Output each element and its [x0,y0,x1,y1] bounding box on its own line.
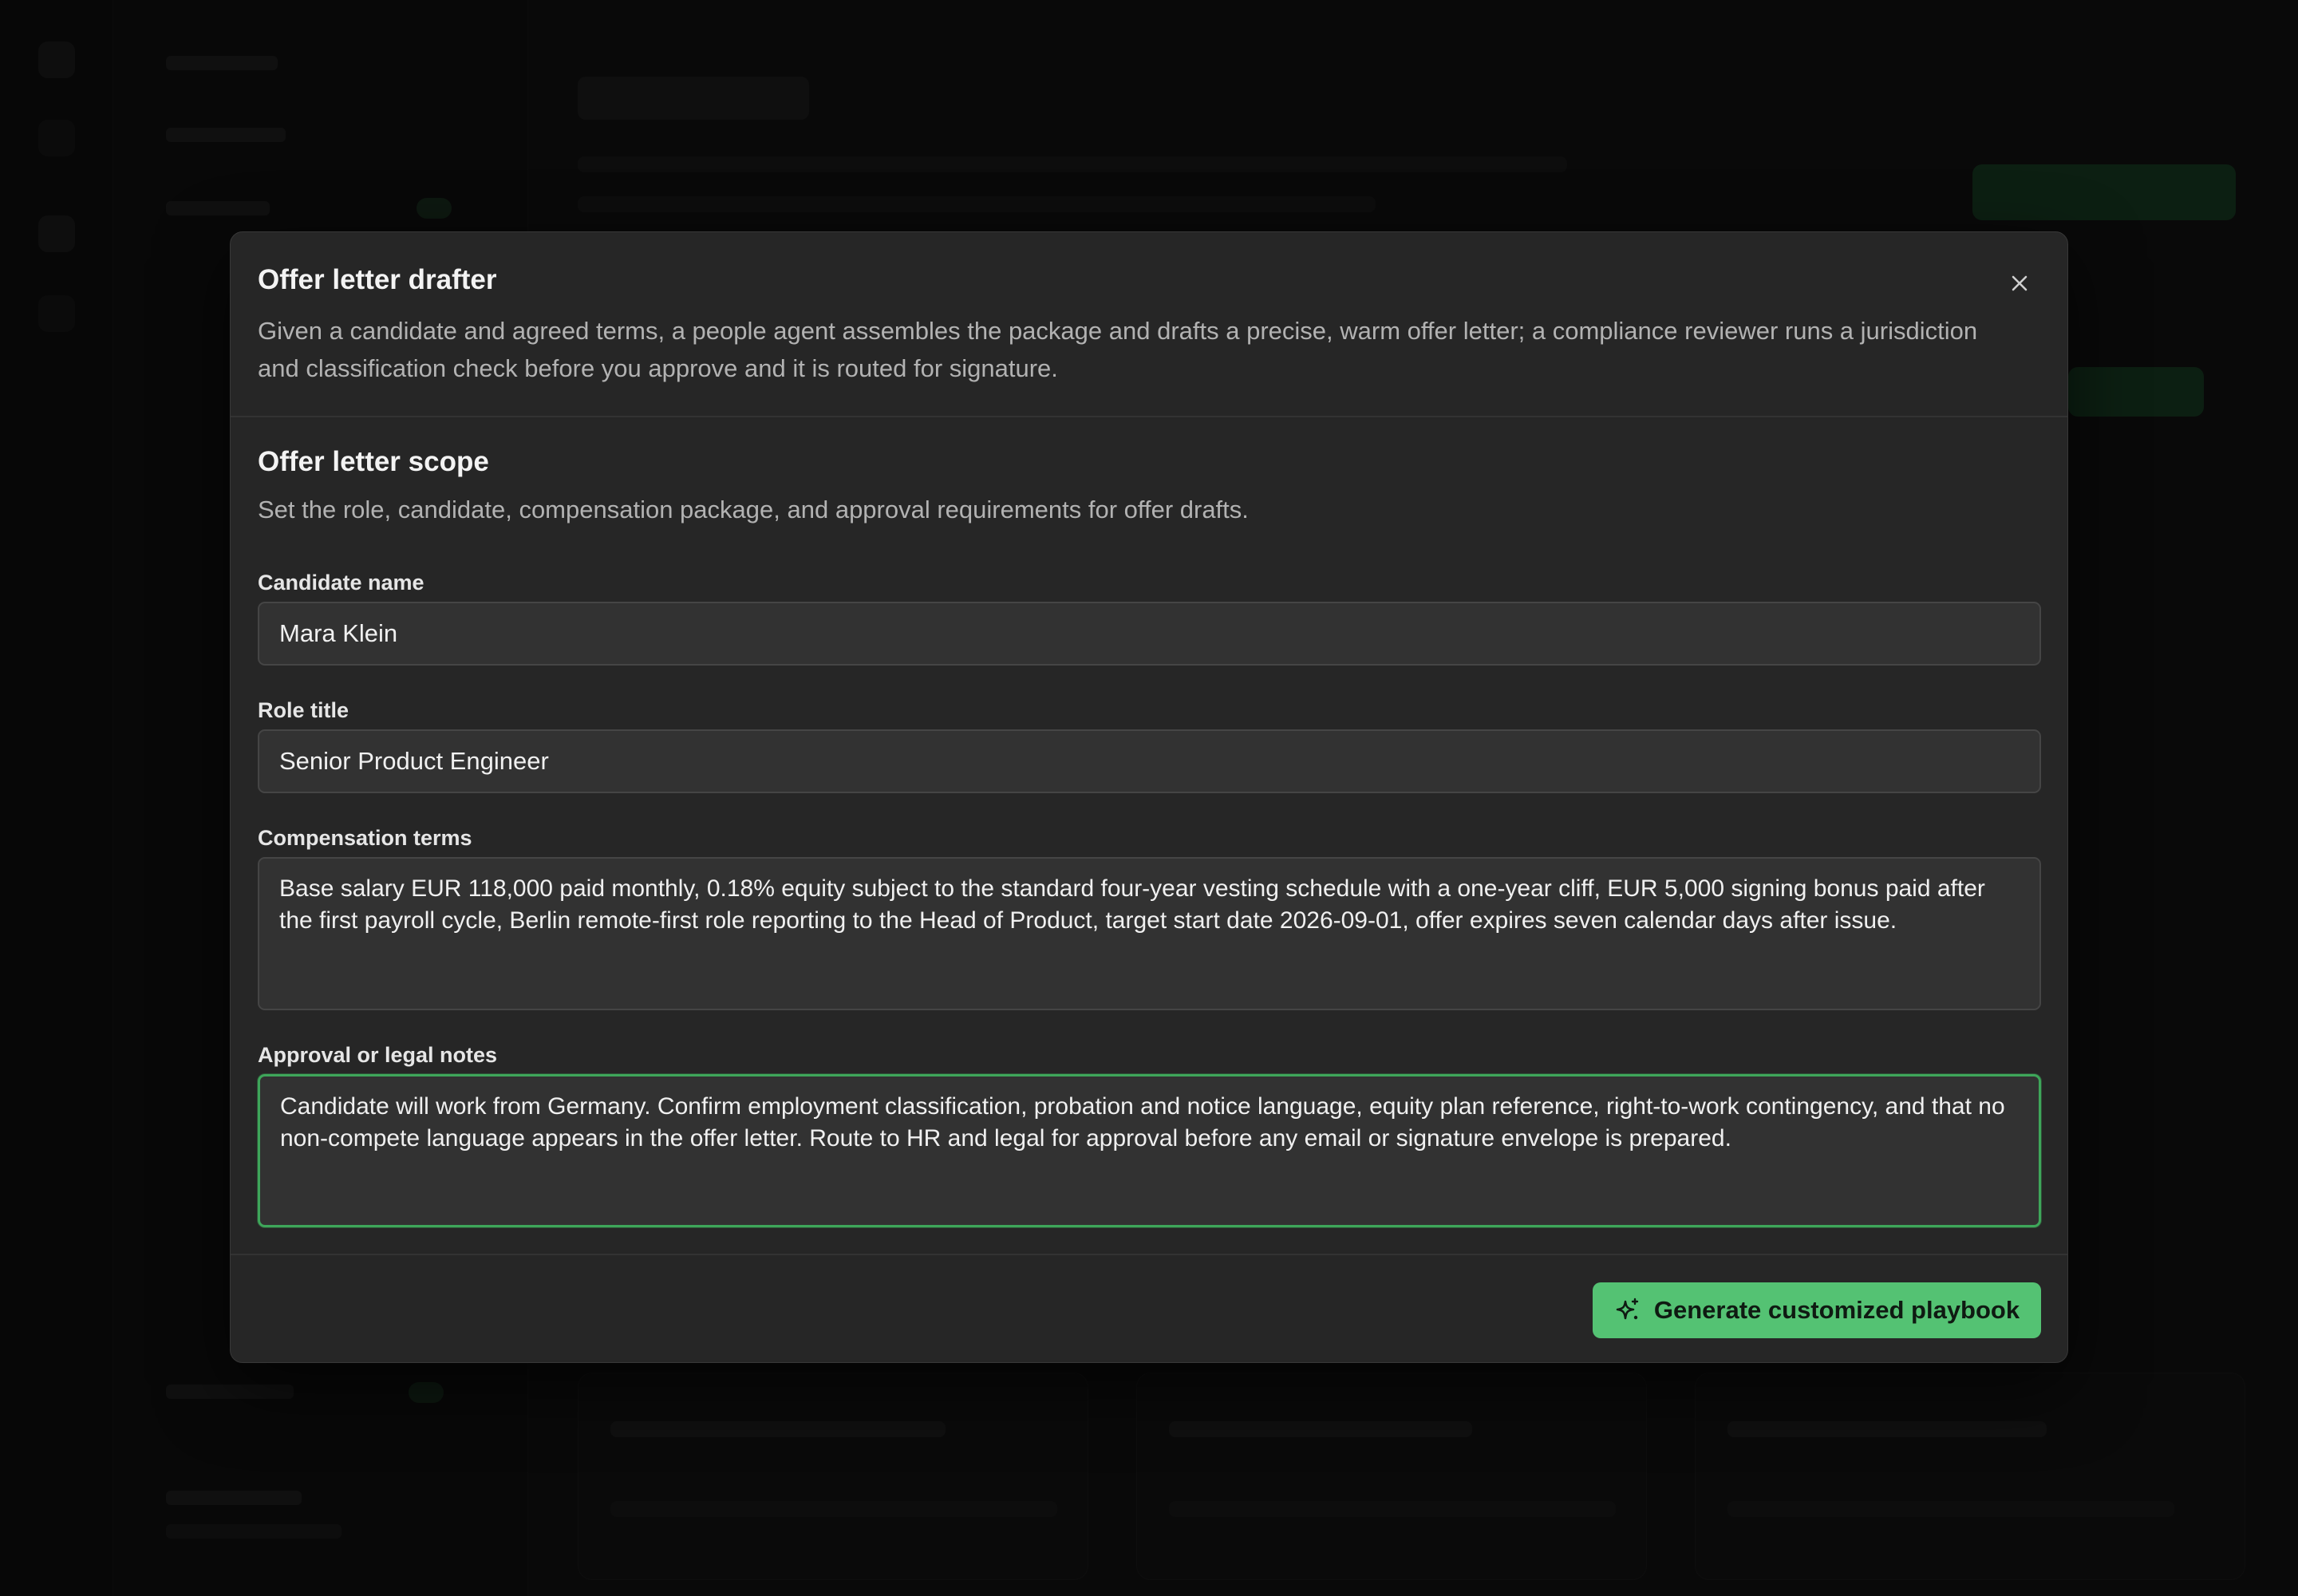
role-title-label: Role title [258,698,349,722]
role-title-input[interactable] [258,729,2041,793]
dialog-title: Offer letter drafter [258,264,497,295]
sparkle-icon [1616,1298,1639,1320]
scope-description: Set the role, candidate, compensation pa… [258,496,1249,523]
close-button[interactable] [2004,267,2035,299]
compensation-terms-textarea[interactable]: Base salary EUR 118,000 paid monthly, 0.… [258,857,2041,1010]
dialog-footer: Generate customized playbook [231,1254,2067,1362]
dialog-description: Given a candidate and agreed terms, a pe… [258,317,1978,382]
offer-letter-dialog: Offer letter drafter Given a candidate a… [230,231,2068,1363]
generate-playbook-label: Generate customized playbook [1653,1296,2020,1324]
compensation-terms-label: Compensation terms [258,826,472,850]
generate-playbook-button[interactable]: Generate customized playbook [1593,1282,2041,1338]
approval-notes-label: Approval or legal notes [258,1043,498,1067]
close-icon [2012,275,2028,291]
candidate-name-input[interactable] [258,602,2041,666]
candidate-name-label: Candidate name [258,571,424,595]
approval-notes-textarea[interactable]: Candidate will work from Germany. Confir… [258,1074,2041,1227]
scope-title: Offer letter scope [258,446,489,477]
dialog-header: Offer letter drafter Given a candidate a… [231,232,2067,417]
